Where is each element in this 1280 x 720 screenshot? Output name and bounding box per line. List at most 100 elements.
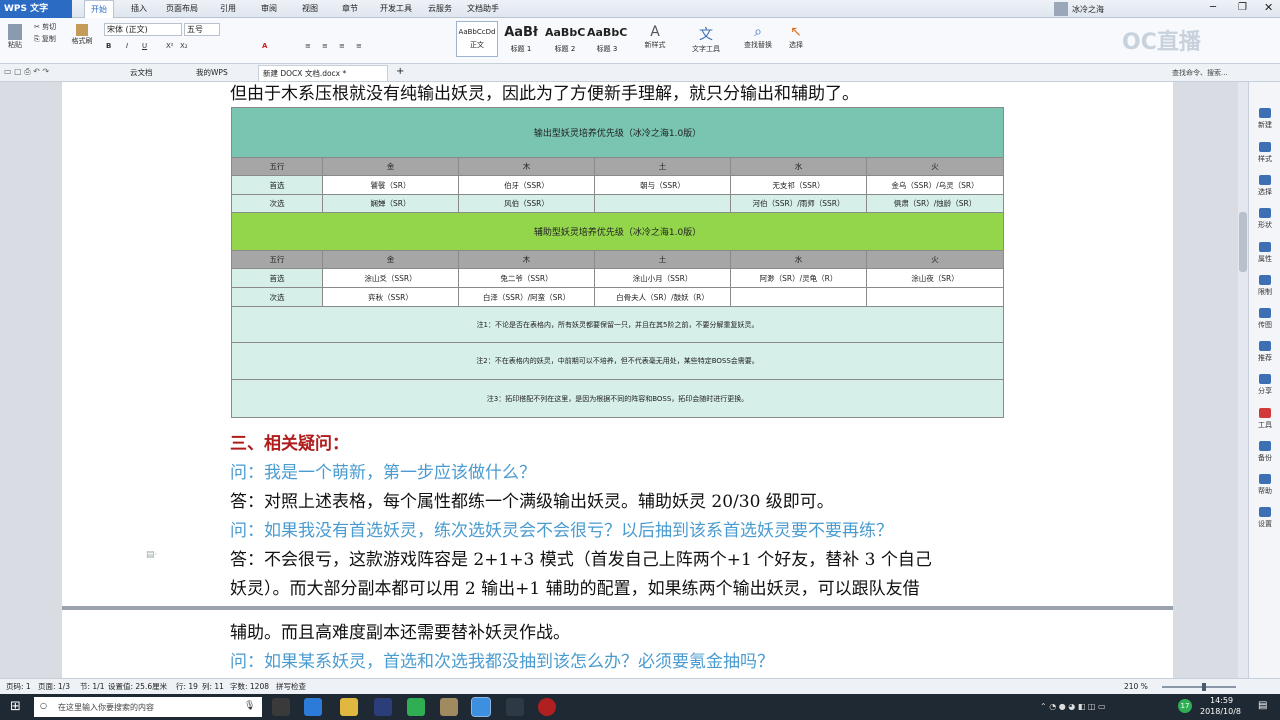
style-normal[interactable]: AaBbCcDd 正文 xyxy=(456,21,498,57)
align-left-button[interactable]: ≡ xyxy=(305,42,311,50)
command-search-input[interactable]: 查找命令、搜索... xyxy=(1172,66,1278,80)
subscript-button[interactable]: X₂ xyxy=(180,42,188,50)
shapes-icon xyxy=(1259,208,1271,218)
answer-1: 答：对照上述表格，每个属性都练一个满级输出妖灵。辅助妖灵 20/30 级即可。 xyxy=(230,492,834,512)
sidebar-item-recommend[interactable]: 推荐 xyxy=(1249,341,1280,363)
tab-current-doc[interactable]: 新建 DOCX 文档.docx * xyxy=(258,65,388,81)
sidebar-item-share[interactable]: 分享 xyxy=(1249,374,1280,396)
menu-review[interactable]: 审阅 xyxy=(261,3,277,14)
sidebar-item-help[interactable]: 帮助 xyxy=(1249,474,1280,496)
bold-button[interactable]: B xyxy=(106,42,111,50)
file-explorer-icon[interactable] xyxy=(340,698,358,716)
zoom-slider-thumb[interactable] xyxy=(1202,683,1206,691)
menu-insert[interactable]: 插入 xyxy=(131,3,147,14)
menu-view[interactable]: 视图 xyxy=(302,3,318,14)
format-painter-button[interactable]: 格式刷 xyxy=(68,24,96,46)
scrollbar-thumb[interactable] xyxy=(1239,212,1247,272)
style-heading-2[interactable]: AaBbC 标题 2 xyxy=(544,21,586,57)
text-tools-button[interactable]: 文文字工具 xyxy=(684,24,728,54)
avatar[interactable] xyxy=(1054,2,1068,16)
sidebar-item-styles[interactable]: 样式 xyxy=(1249,142,1280,164)
wps-writer-icon[interactable] xyxy=(471,697,491,717)
close-icon[interactable]: ✕ xyxy=(1264,1,1273,14)
document-page[interactable]: 但由于木系压根就没有纯输出妖灵，因此为了方便新手理解，就只分输出和辅助了。 输出… xyxy=(62,82,1173,606)
table-header: 金 xyxy=(322,157,459,176)
help-icon xyxy=(1259,474,1271,484)
share-icon xyxy=(1259,374,1271,384)
new-tab-button[interactable]: + xyxy=(396,66,404,77)
media-icon[interactable] xyxy=(506,698,524,716)
paste-button[interactable]: 粘贴 xyxy=(4,24,26,50)
font-size-select[interactable]: 五号 xyxy=(184,23,220,36)
superscript-button[interactable]: X² xyxy=(166,42,174,50)
windows-start-icon[interactable]: ⊞ xyxy=(10,699,21,714)
spell-check-toggle[interactable]: 拼写检查 xyxy=(276,679,306,694)
clock-time[interactable]: 14:59 xyxy=(1210,696,1233,705)
minimize-icon[interactable]: ─ xyxy=(1210,2,1216,13)
align-right-button[interactable]: ≡ xyxy=(339,42,345,50)
tab-cloud-docs[interactable]: 云文档 xyxy=(126,65,157,81)
output-priority-table: 输出型妖灵培养优先级（冰冷之海1.0版） 五行金木土水火 首选 饕餮（SR） 伯牙（… xyxy=(230,107,1005,418)
sidebar-item-restrict[interactable]: 限制 xyxy=(1249,275,1280,297)
action-center-icon[interactable]: ▤ xyxy=(1258,700,1267,711)
app-icon[interactable] xyxy=(374,698,392,716)
style-heading-3[interactable]: AaBbC 标题 3 xyxy=(586,21,628,57)
sidebar-item-tools[interactable]: 工具 xyxy=(1249,408,1280,430)
notification-badge[interactable]: 17 xyxy=(1178,699,1192,713)
edge-icon[interactable] xyxy=(304,698,322,716)
sidebar-item-settings[interactable]: 设置 xyxy=(1249,507,1280,529)
cut-button[interactable]: ✂ 剪切 xyxy=(34,22,56,32)
sidebar-item-backup[interactable]: 备份 xyxy=(1249,441,1280,463)
new-style-button[interactable]: A 新样式 xyxy=(638,24,672,50)
italic-button[interactable]: I xyxy=(126,42,128,50)
style-heading-1[interactable]: AaBł 标题 1 xyxy=(500,21,542,57)
menu-cloud[interactable]: 云服务 xyxy=(428,3,452,14)
vertical-scrollbar[interactable] xyxy=(1238,82,1248,678)
zoom-slider[interactable] xyxy=(1162,683,1236,691)
sidebar-item-select[interactable]: 选择 xyxy=(1249,175,1280,197)
sidebar-item-shapes[interactable]: 形状 xyxy=(1249,208,1280,230)
font-name-select[interactable]: 宋体 (正文) xyxy=(104,23,182,36)
menu-doc-assistant[interactable]: 文档助手 xyxy=(467,3,499,14)
table-header: 土 xyxy=(594,250,731,269)
sidebar-item-upload-image[interactable]: 传图 xyxy=(1249,308,1280,330)
tab-my-wps[interactable]: 我的WPS xyxy=(192,65,232,81)
table-cell: 朝与（SSR） xyxy=(594,175,731,195)
clock-date[interactable]: 2018/10/8 xyxy=(1200,707,1241,716)
menu-page-layout[interactable]: 页面布局 xyxy=(166,3,198,14)
find-replace-button[interactable]: ⌕ 查找替换 xyxy=(736,24,780,50)
table-cell: 次选 xyxy=(231,287,323,307)
backup-icon xyxy=(1259,441,1271,451)
microphone-icon[interactable]: 🎙 xyxy=(244,701,255,711)
justify-button[interactable]: ≡ xyxy=(356,42,362,50)
table-cell: 弈秋（SSR） xyxy=(322,287,459,307)
document-page-2[interactable]: 辅助。而且高难度副本还需要替补妖灵作战。 问：如果某系妖灵，首选和次选我都没抽到… xyxy=(62,610,1173,678)
app-menu-button[interactable]: WPS 文字 xyxy=(0,0,72,18)
game-icon[interactable] xyxy=(440,698,458,716)
new-icon xyxy=(1259,108,1271,118)
menu-references[interactable]: 引用 xyxy=(220,3,236,14)
paragraph-handle-icon[interactable]: ▤· xyxy=(146,550,157,560)
quick-access-icons[interactable]: ▭ ▢ ⎙ ↶ ↷ xyxy=(4,67,49,77)
task-view-icon[interactable] xyxy=(272,698,290,716)
table-cell: 首选 xyxy=(231,268,323,288)
menu-developer[interactable]: 开发工具 xyxy=(380,3,412,14)
wechat-icon[interactable] xyxy=(407,698,425,716)
tray-icons[interactable]: ⌃ ◔ ● ◕ ◧ ◫ ▭ xyxy=(1040,702,1106,711)
underline-button[interactable]: U xyxy=(142,42,147,50)
recorder-icon[interactable] xyxy=(538,698,556,716)
font-color-button[interactable]: A xyxy=(262,42,267,50)
maximize-icon[interactable]: ❐ xyxy=(1238,2,1247,13)
zoom-level[interactable]: 210 % xyxy=(1124,679,1148,694)
sidebar-item-new[interactable]: 新建 xyxy=(1249,108,1280,130)
user-name[interactable]: 冰冷之海 xyxy=(1072,4,1104,15)
table-cell: 涂山夜（SR） xyxy=(865,268,1005,288)
align-center-button[interactable]: ≡ xyxy=(322,42,328,50)
menu-chapter[interactable]: 章节 xyxy=(342,3,358,14)
table-header: 土 xyxy=(594,157,731,176)
copy-button[interactable]: ⎘ 复制 xyxy=(34,34,56,44)
select-button[interactable]: ↖ 选择 xyxy=(782,24,810,50)
menu-home[interactable]: 开始 xyxy=(84,0,114,18)
taskbar-search-box[interactable]: ○ 在这里输入你要搜索的内容 🎙 xyxy=(34,697,262,717)
sidebar-item-properties[interactable]: 属性 xyxy=(1249,242,1280,264)
